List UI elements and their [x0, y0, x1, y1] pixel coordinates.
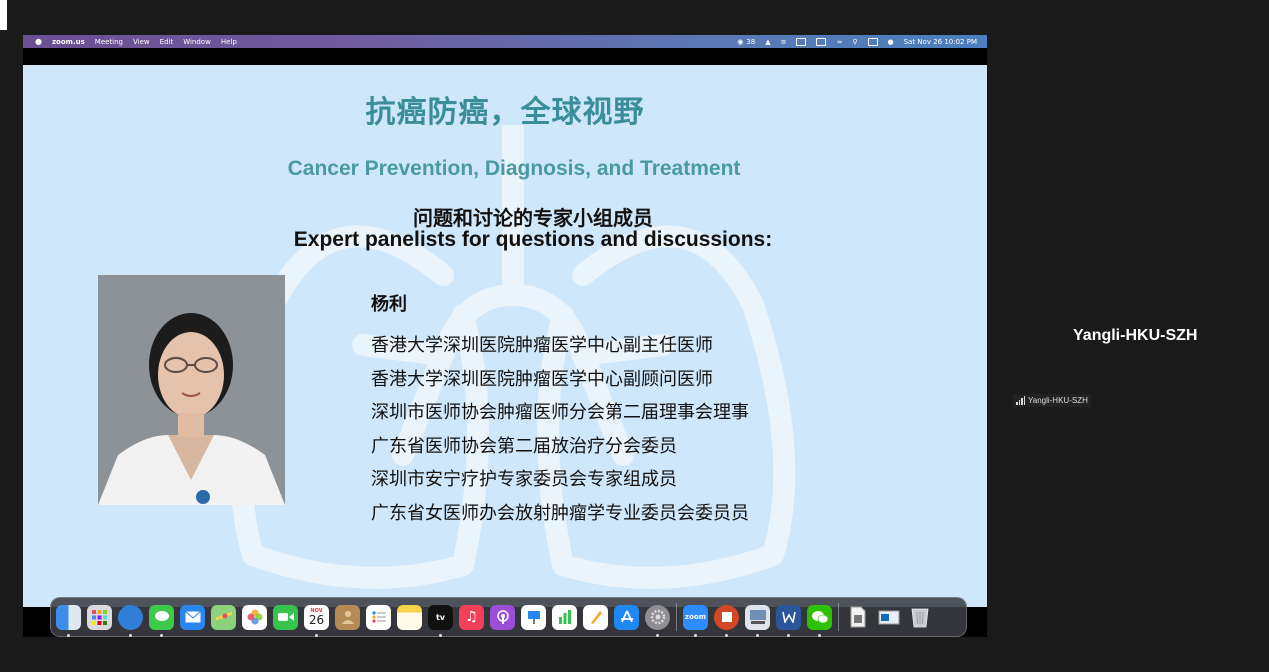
role-item: 深圳市医师协会肿瘤医师分会第二届理事会理事	[371, 402, 749, 423]
safari-icon[interactable]	[118, 604, 143, 637]
panelist-name: 杨利	[371, 294, 407, 315]
maps-icon[interactable]	[211, 604, 236, 630]
apple-tv-label: tv	[435, 612, 446, 622]
document-icon[interactable]	[845, 605, 870, 630]
portrait-image	[98, 275, 285, 505]
top-left-marker	[0, 0, 7, 30]
contacts-icon[interactable]	[335, 604, 360, 630]
signal-strength-icon	[1016, 395, 1025, 405]
participant-tag-label: Yangli-HKU-SZH	[1028, 396, 1088, 405]
siri-icon[interactable]: ●	[888, 38, 894, 46]
role-item: 香港大学深圳医院肿瘤医学中心副顾问医师	[371, 368, 713, 390]
app-store-icon[interactable]	[614, 604, 639, 630]
wechat-icon[interactable]	[807, 604, 832, 637]
menu-view[interactable]: View	[133, 38, 150, 46]
presentation-slide: 抗癌防癌，全球视野 Cancer Prevention, Diagnosis, …	[23, 65, 987, 607]
apple-icon[interactable]: ●	[35, 37, 42, 46]
slide-title-cn: 抗癌防癌，全球视野	[365, 95, 645, 130]
messages-icon[interactable]	[149, 604, 174, 637]
menu-app-name[interactable]: zoom.us	[52, 38, 85, 46]
reminders-icon[interactable]	[366, 604, 391, 630]
dock-separator	[676, 603, 677, 631]
control-center-icon[interactable]	[867, 37, 878, 46]
menubar-datetime[interactable]: Sat Nov 26 10:02 PM	[904, 38, 977, 46]
macos-menubar: ● zoom.us Meeting View Edit Window Help …	[23, 35, 987, 48]
slide-subtitle-cn: 问题和讨论的专家小组成员	[413, 206, 653, 230]
role-item: 广东省医师协会第二届放治疗分会委员	[371, 435, 677, 457]
network-stats-icon[interactable]: ≡	[781, 38, 787, 46]
role-item: 广东省女医师办会放射肿瘤学专业委员会委员员	[371, 502, 749, 524]
podcasts-icon[interactable]	[490, 604, 515, 630]
photos-icon[interactable]	[242, 604, 267, 630]
wechat-status-item[interactable]: ◉ 38	[737, 38, 755, 46]
slide-subtitle-en: Expert panelists for questions and discu…	[293, 228, 773, 251]
notes-icon[interactable]	[397, 604, 422, 630]
numbers-icon[interactable]	[552, 604, 577, 630]
keynote-icon[interactable]	[521, 604, 546, 630]
wifi-icon[interactable]: ≈	[836, 38, 842, 46]
trash-icon[interactable]	[907, 605, 932, 630]
menu-meeting[interactable]: Meeting	[95, 38, 123, 46]
shared-screen: ● zoom.us Meeting View Edit Window Help …	[23, 35, 987, 637]
mail-icon[interactable]	[180, 604, 205, 630]
active-speaker-name: Yangli-HKU-SZH	[1073, 327, 1198, 344]
dock-separator	[838, 603, 839, 631]
battery-icon[interactable]	[816, 37, 827, 46]
powerpoint-icon[interactable]	[714, 604, 739, 637]
wechat-count: 38	[746, 37, 756, 46]
music-icon[interactable]: ♫	[459, 604, 484, 630]
calendar-day: 26	[308, 612, 325, 627]
participant-video-tile[interactable]: Yangli-HKU-SZH	[1013, 394, 1091, 407]
preview-icon[interactable]	[745, 604, 770, 637]
menu-help[interactable]: Help	[221, 38, 237, 46]
notification-bell-icon[interactable]: ▲	[765, 38, 770, 46]
role-item: 深圳市安宁疗护专家委员会专家组成员	[371, 469, 677, 490]
panelist-photo	[98, 275, 285, 505]
menu-window[interactable]: Window	[183, 38, 211, 46]
outlook-file-icon[interactable]	[876, 605, 901, 630]
finder-icon[interactable]	[56, 604, 81, 637]
zoom-label: zoom	[685, 613, 706, 621]
apple-tv-icon[interactable]: tv	[428, 604, 453, 637]
display-icon[interactable]	[796, 37, 807, 46]
slide-title-en: Cancer Prevention, Diagnosis, and Treatm…	[287, 157, 741, 180]
menu-edit[interactable]: Edit	[160, 38, 174, 46]
role-item: 香港大学深圳医院肿瘤医学中心副主任医师	[371, 335, 713, 356]
calendar-icon[interactable]: NOV 26	[304, 604, 329, 637]
launchpad-icon[interactable]	[87, 604, 112, 630]
panelist-roles-list: 香港大学深圳医院肿瘤医学中心副主任医师 香港大学深圳医院肿瘤医学中心副顾问医师 …	[371, 335, 749, 536]
facetime-icon[interactable]	[273, 604, 298, 630]
wechat-icon: ◉	[737, 37, 744, 46]
macos-dock: NOV 26 tv ♫ zoom	[50, 597, 967, 637]
spotlight-search-icon[interactable]: ⚲	[852, 38, 857, 46]
zoom-icon[interactable]: zoom	[683, 604, 708, 637]
word-icon[interactable]	[776, 604, 801, 637]
system-preferences-icon[interactable]	[645, 604, 670, 637]
pages-icon[interactable]	[583, 604, 608, 630]
